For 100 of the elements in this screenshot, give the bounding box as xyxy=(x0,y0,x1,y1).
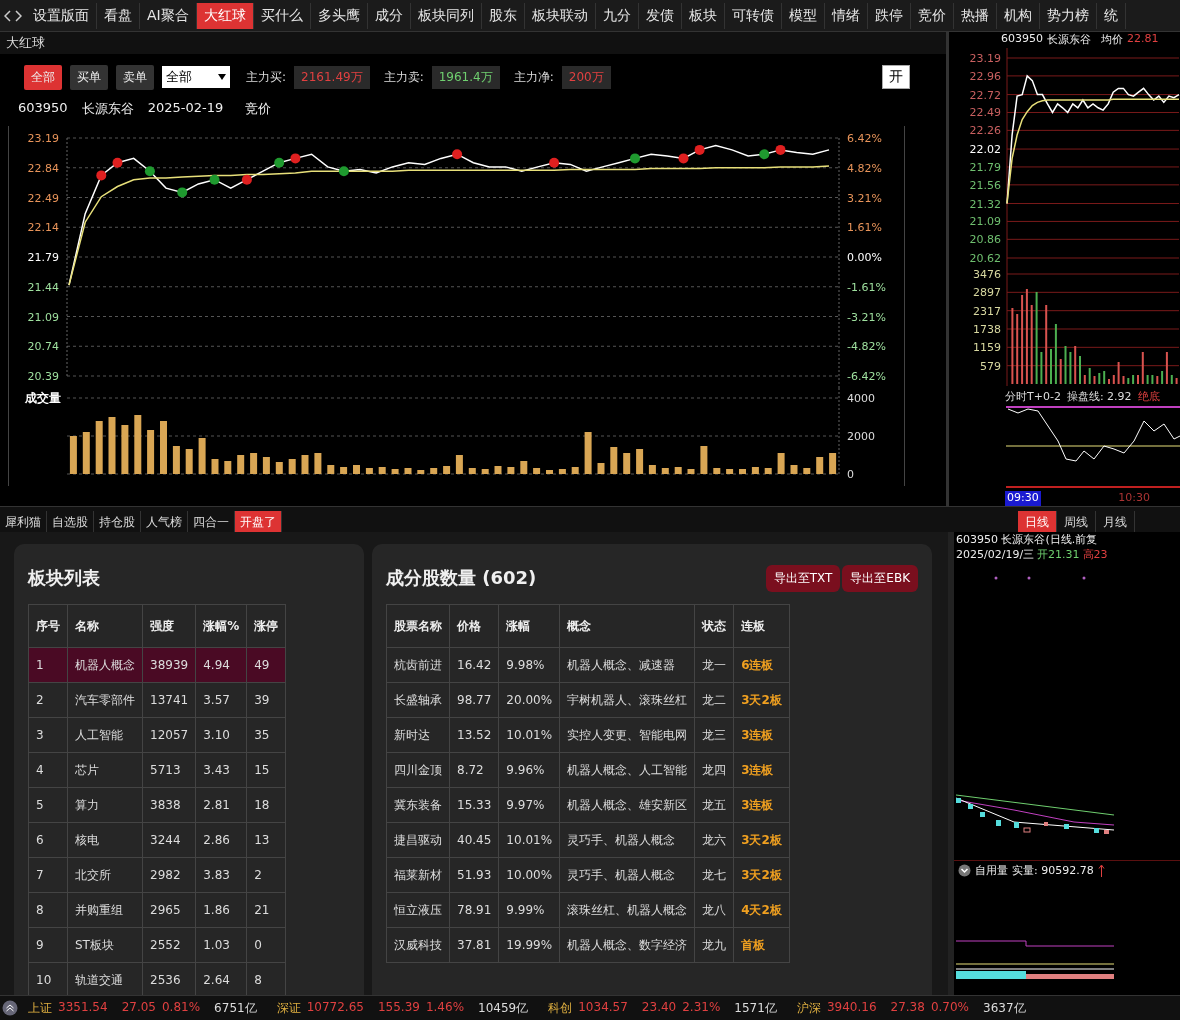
table-cell: 12057 xyxy=(142,717,196,753)
menu-tab[interactable]: 九分 xyxy=(595,3,639,29)
export-button[interactable]: 导出至EBK xyxy=(842,564,918,592)
volume-value: 实量: 90592.78 xyxy=(1012,863,1094,878)
sector-row[interactable]: 8 并购重组 2965 1.86 21 xyxy=(28,892,286,928)
sector-row[interactable]: 2 汽车零部件 13741 3.57 39 xyxy=(28,682,286,718)
period-tab[interactable]: 日线 xyxy=(1018,510,1057,532)
menu-tab[interactable]: 势力榜 xyxy=(1039,3,1097,29)
index-name: 沪深 xyxy=(796,999,821,1017)
menu-tab[interactable]: 成分 xyxy=(367,3,411,29)
volume-bar xyxy=(468,468,476,474)
menu-tab[interactable]: 大红球 xyxy=(196,3,254,29)
menu-tab[interactable]: 看盘 xyxy=(97,3,140,29)
menu-tab[interactable]: 设置版面 xyxy=(26,3,97,29)
volume-bar xyxy=(1170,375,1173,384)
table-cell: 37.81 xyxy=(449,927,499,963)
sector-row[interactable]: 4 芯片 5713 3.43 15 xyxy=(28,752,286,788)
menu-tab[interactable]: 可转债 xyxy=(724,3,782,29)
axis-label: 2897 xyxy=(973,286,1001,300)
axis-label: 20.39 xyxy=(27,370,59,383)
menu-tab[interactable]: 板块同列 xyxy=(410,3,482,29)
menu-tab[interactable]: 板块 xyxy=(681,3,725,29)
open-price: 开21.31 xyxy=(1037,547,1080,562)
table-cell: 4天2板 xyxy=(733,892,790,928)
column-header: 序号 xyxy=(28,604,68,648)
index-percent: 1.46% xyxy=(425,999,465,1016)
table-cell: 3.10 xyxy=(195,717,247,753)
column-header: 名称 xyxy=(67,604,143,648)
sector-row[interactable]: 9 ST板块 2552 1.03 0 xyxy=(28,927,286,963)
table-cell: 98.77 xyxy=(449,682,499,718)
filter-button[interactable]: 全部 xyxy=(24,64,62,90)
table-cell: 6 xyxy=(28,822,68,858)
table-cell: 16.42 xyxy=(449,647,499,683)
column-header: 价格 xyxy=(449,604,499,648)
table-cell: 机器人概念、减速器 xyxy=(559,647,695,683)
index-percent: 0.81% xyxy=(162,999,201,1016)
menu-tab[interactable]: 统 xyxy=(1096,3,1126,29)
volume-bar xyxy=(829,453,837,474)
volume-bar xyxy=(1016,314,1019,384)
volume-bar xyxy=(108,417,116,474)
menu-tab[interactable]: 情绪 xyxy=(824,3,868,29)
volume-bar xyxy=(95,421,103,474)
volume-bar xyxy=(121,425,129,474)
axis-label: 20.86 xyxy=(969,233,1001,247)
stat-label: 主力买: xyxy=(246,68,287,86)
volume-bar xyxy=(237,455,245,474)
menu-tab[interactable]: 股东 xyxy=(481,3,525,29)
sector-row[interactable]: 3 人工智能 12057 3.10 35 xyxy=(28,717,286,753)
scroll-up-icon[interactable] xyxy=(2,1000,18,1016)
percent-label: 1.61% xyxy=(847,221,882,235)
sector-row[interactable]: 1 机器人概念 38939 4.94 49 xyxy=(28,647,286,683)
menu-tab[interactable]: 机构 xyxy=(996,3,1040,29)
sector-row[interactable]: 5 算力 3838 2.81 18 xyxy=(28,787,286,823)
sector-row[interactable]: 6 核电 3244 2.86 13 xyxy=(28,822,286,858)
collapse-icon[interactable] xyxy=(958,864,971,877)
axis-label: 21.79 xyxy=(969,160,1001,174)
volume-bar xyxy=(726,469,734,474)
column-header: 涨停 xyxy=(246,604,286,648)
volume-bar xyxy=(494,466,502,474)
menu-tab[interactable]: 跌停 xyxy=(867,3,911,29)
volume-bar xyxy=(160,421,167,474)
table-cell: 汽车零部件 xyxy=(67,682,143,718)
table-cell: 4.94 xyxy=(195,647,247,683)
stat-value: 1961.4万 xyxy=(431,65,500,89)
average-label: 均价 xyxy=(1101,32,1123,48)
table-cell: 冀东装备 xyxy=(386,787,450,823)
table-cell: 机器人概念、雄安新区 xyxy=(559,787,695,823)
menu-tab[interactable]: 买什么 xyxy=(253,3,311,29)
export-button[interactable]: 导出至TXT xyxy=(765,564,841,592)
percent-label: 0.00% xyxy=(847,251,882,264)
toggle-button[interactable]: 开 xyxy=(882,65,910,89)
menu-tab[interactable]: 竞价 xyxy=(910,3,954,29)
nav-arrows-icon[interactable] xyxy=(4,10,22,22)
menu-tab[interactable]: AI聚合 xyxy=(140,3,197,29)
filter-button[interactable]: 买单 xyxy=(70,64,108,90)
chart-title: 603950 长源东谷(日线.前复 xyxy=(955,532,1099,547)
volume-bar xyxy=(340,467,348,474)
menu-tab[interactable]: 板块联动 xyxy=(524,3,596,29)
table-cell: 2.81 xyxy=(195,787,247,823)
filter-button[interactable]: 卖单 xyxy=(116,64,154,90)
index-percent: 0.70% xyxy=(930,999,969,1016)
menu-tab[interactable]: 模型 xyxy=(781,3,825,29)
table-cell: 芯片 xyxy=(67,752,143,788)
volume-bar xyxy=(185,449,193,474)
menu-tab[interactable]: 热播 xyxy=(953,3,997,29)
table-cell: 39 xyxy=(246,682,286,718)
card-title: 板块列表 xyxy=(28,566,100,590)
bottom-tab[interactable]: 开盘了 xyxy=(235,510,282,532)
order-type-select[interactable]: 全部 xyxy=(162,66,230,88)
high-price: 高23 xyxy=(1082,547,1108,562)
sector-row[interactable]: 7 北交所 2982 3.83 2 xyxy=(28,857,286,893)
volume-bar xyxy=(301,455,309,474)
stat-value: 200万 xyxy=(561,65,611,89)
menu-tab[interactable]: 多头鹰 xyxy=(310,3,368,29)
index-price: 3351.54 xyxy=(58,999,108,1016)
table-cell: 0 xyxy=(246,927,286,963)
table-cell: 3天2板 xyxy=(733,682,790,718)
menu-tab[interactable]: 发债 xyxy=(638,3,682,29)
axis-label: 21.09 xyxy=(969,215,1001,229)
volume-bar xyxy=(211,459,219,474)
